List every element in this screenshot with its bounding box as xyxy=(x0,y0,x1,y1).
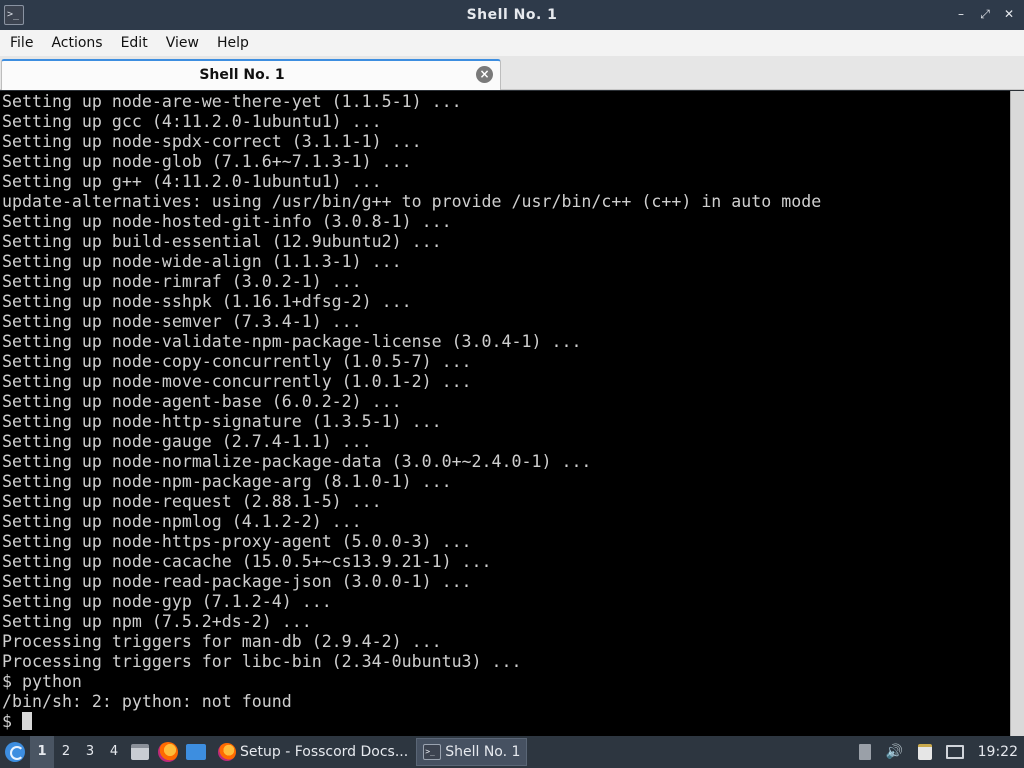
menu-bar: File Actions Edit View Help xyxy=(0,30,1024,56)
terminal-line: Setting up node-agent-base (6.0.2-2) ... xyxy=(2,392,402,411)
terminal-cursor xyxy=(21,712,32,730)
update-notifier-icon xyxy=(858,744,871,760)
terminal-line: Processing triggers for libc-bin (2.34-0… xyxy=(2,652,522,671)
workspace-2[interactable]: 2 xyxy=(54,736,78,768)
terminal-output[interactable]: Setting up node-are-we-there-yet (1.1.5-… xyxy=(0,91,1010,736)
terminal-line: Setting up npm (7.5.2+ds-2) ... xyxy=(2,612,312,631)
terminal-line: Setting up node-npm-package-arg (8.1.0-1… xyxy=(2,472,452,491)
window-title: Shell No. 1 xyxy=(466,7,558,23)
network-icon xyxy=(945,745,964,759)
terminal-line: Setting up node-request (2.88.1-5) ... xyxy=(2,492,382,511)
taskbar: 1 2 3 4 Setup - Fosscord Docs... >_ Shel… xyxy=(0,736,1024,768)
terminal-line: Setting up node-read-package-json (3.0.0… xyxy=(2,572,472,591)
task-terminal-window[interactable]: >_ Shell No. 1 xyxy=(416,738,528,766)
menu-help[interactable]: Help xyxy=(210,30,256,56)
minimize-icon[interactable]: – xyxy=(954,6,968,22)
workspace-3[interactable]: 3 xyxy=(78,736,102,768)
terminal-line: update-alternatives: using /usr/bin/g++ … xyxy=(2,192,822,211)
terminal-line: Setting up node-glob (7.1.6+~7.1.3-1) ..… xyxy=(2,152,412,171)
tab-bar: Shell No. 1 × xyxy=(0,56,1024,90)
launcher-firefox[interactable] xyxy=(154,736,182,768)
terminal-line: Setting up node-normalize-package-data (… xyxy=(2,452,592,471)
close-icon[interactable]: ✕ xyxy=(1002,6,1016,22)
show-desktop-icon xyxy=(186,744,206,760)
start-menu-button[interactable] xyxy=(0,736,30,768)
terminal-line: Setting up g++ (4:11.2.0-1ubuntu1) ... xyxy=(2,172,382,191)
menu-view[interactable]: View xyxy=(159,30,206,56)
terminal-app-icon: >_ xyxy=(4,5,24,25)
firefox-icon xyxy=(158,742,178,762)
menu-file[interactable]: File xyxy=(3,30,40,56)
tray-volume[interactable]: 🔊 xyxy=(880,736,910,768)
terminal-line: Setting up gcc (4:11.2.0-1ubuntu1) ... xyxy=(2,112,382,131)
launcher-show-desktop[interactable] xyxy=(182,736,210,768)
tray-clipboard[interactable] xyxy=(910,736,940,768)
task-label: Setup - Fosscord Docs... xyxy=(240,744,409,760)
menu-edit[interactable]: Edit xyxy=(114,30,155,56)
tab-shell-1[interactable]: Shell No. 1 × xyxy=(1,59,501,90)
terminal-icon: >_ xyxy=(423,744,442,760)
tray-update[interactable] xyxy=(850,736,880,768)
tray-network[interactable] xyxy=(940,736,970,768)
terminal-line: Setting up node-gauge (2.7.4-1.1) ... xyxy=(2,432,372,451)
terminal-line: Setting up node-spdx-correct (3.1.1-1) .… xyxy=(2,132,422,151)
terminal-line: Setting up node-http-signature (1.3.5-1)… xyxy=(2,412,442,431)
terminal-line: Setting up node-https-proxy-agent (5.0.0… xyxy=(2,532,472,551)
terminal-line: Setting up node-rimraf (3.0.2-1) ... xyxy=(2,272,362,291)
terminal-line: Setting up node-gyp (7.1.2-4) ... xyxy=(2,592,332,611)
terminal-line: Setting up node-sshpk (1.16.1+dfsg-2) ..… xyxy=(2,292,412,311)
workspace-1[interactable]: 1 xyxy=(30,736,54,768)
window-controls: – ⤢ ✕ xyxy=(954,6,1016,22)
terminal-line: $ python xyxy=(2,672,82,691)
clipboard-icon xyxy=(917,744,932,760)
terminal-line: Setting up node-npmlog (4.1.2-2) ... xyxy=(2,512,362,531)
tab-close-icon[interactable]: × xyxy=(476,66,493,83)
terminal-prompt-line[interactable]: $ xyxy=(0,712,1010,732)
menu-actions[interactable]: Actions xyxy=(44,30,109,56)
system-tray: 🔊 19:22 xyxy=(850,736,1024,768)
firefox-icon xyxy=(218,743,236,761)
volume-icon: 🔊 xyxy=(885,744,904,760)
window-titlebar[interactable]: >_ Shell No. 1 – ⤢ ✕ xyxy=(0,0,1024,30)
terminal-line: Setting up node-are-we-there-yet (1.1.5-… xyxy=(2,92,462,111)
terminal-line: Setting up node-hosted-git-info (3.0.8-1… xyxy=(2,212,452,231)
terminal-line: Processing triggers for man-db (2.9.4-2)… xyxy=(2,632,442,651)
terminal-line: Setting up node-move-concurrently (1.0.1… xyxy=(2,372,472,391)
terminal-line: Setting up build-essential (12.9ubuntu2)… xyxy=(2,232,442,251)
terminal-line: Setting up node-semver (7.3.4-1) ... xyxy=(2,312,362,331)
terminal-line: Setting up node-copy-concurrently (1.0.5… xyxy=(2,352,472,371)
tab-label: Shell No. 1 xyxy=(199,67,285,83)
launcher-file-manager[interactable] xyxy=(126,736,154,768)
task-label: Shell No. 1 xyxy=(445,744,521,760)
terminal-line: Setting up node-validate-npm-package-lic… xyxy=(2,332,582,351)
clock[interactable]: 19:22 xyxy=(970,744,1024,760)
lubuntu-logo-icon xyxy=(5,742,25,762)
shell-prompt: $ xyxy=(2,712,22,731)
task-firefox-window[interactable]: Setup - Fosscord Docs... xyxy=(212,738,414,766)
file-manager-icon xyxy=(131,744,149,760)
terminal-line: /bin/sh: 2: python: not found xyxy=(2,692,292,711)
terminal-scrollbar[interactable] xyxy=(1010,91,1024,736)
terminal-line: Setting up node-wide-align (1.1.3-1) ... xyxy=(2,252,402,271)
terminal-line: Setting up node-cacache (15.0.5+~cs13.9.… xyxy=(2,552,492,571)
workspace-4[interactable]: 4 xyxy=(102,736,126,768)
maximize-icon[interactable]: ⤢ xyxy=(978,6,992,22)
